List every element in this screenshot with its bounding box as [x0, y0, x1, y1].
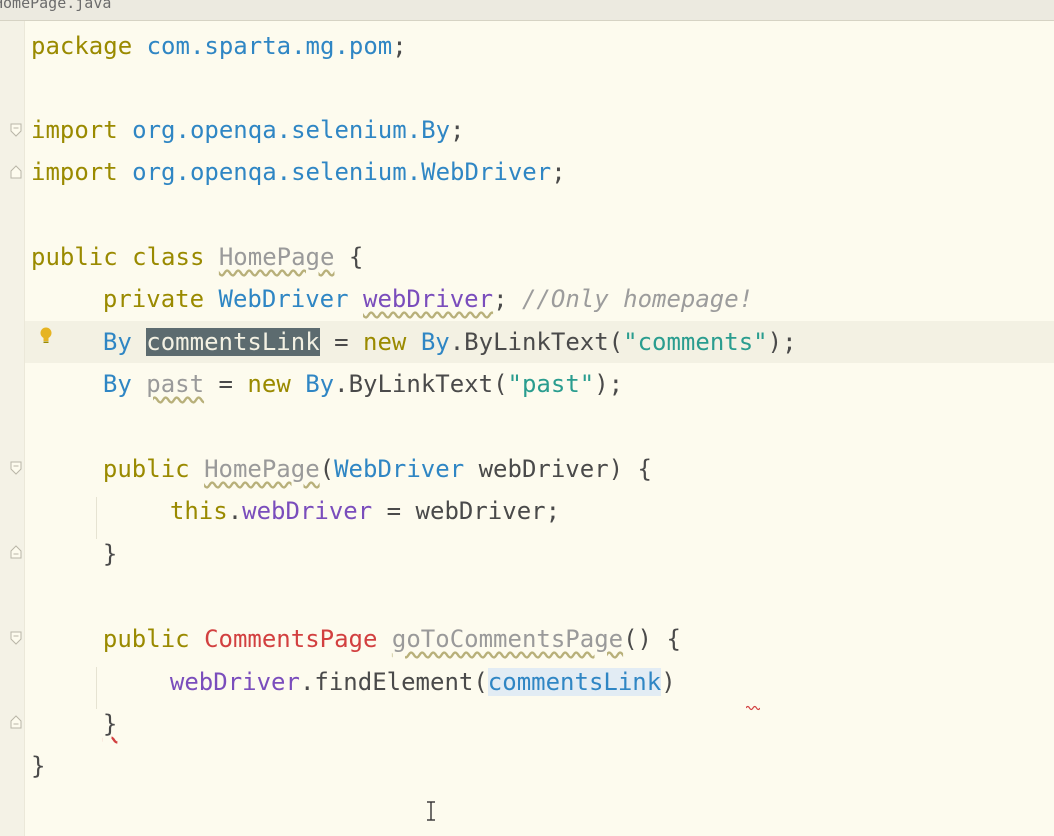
text-cursor-icon: [427, 801, 435, 821]
selected-identifier: commentsLink: [146, 328, 320, 356]
keyword-token: new: [247, 370, 291, 398]
punct-token: =: [204, 370, 248, 398]
punct-token: {: [334, 243, 364, 271]
type-token: By: [420, 328, 450, 356]
unresolved-type-token: CommentsPage: [204, 625, 378, 653]
method-call-token: .ByLinkText(: [449, 328, 624, 356]
string-token: "past": [507, 370, 595, 398]
fold-marker-icon[interactable]: [10, 461, 22, 475]
code-line-class-close[interactable]: }: [31, 745, 45, 787]
punct-token: = webDriver;: [372, 497, 561, 525]
field-token: webDriver: [363, 285, 494, 313]
code-line-assign[interactable]: this.webDriver = webDriver;: [31, 490, 560, 532]
code-line-field-past[interactable]: By past = new By.ByLinkText("past");: [31, 363, 623, 405]
code-line-import-by[interactable]: import org.openqa.selenium.By;: [31, 109, 465, 151]
keyword-token: import: [31, 116, 118, 144]
punct-token: ;: [551, 158, 566, 186]
brace-token: }: [102, 710, 118, 738]
fold-marker-icon[interactable]: [10, 631, 22, 645]
type-token: WebDriver: [218, 285, 349, 313]
punct-token: ;: [493, 285, 508, 313]
keyword-token: private: [102, 285, 205, 313]
import-path: org.openqa.selenium.By: [132, 116, 451, 144]
fold-marker-icon[interactable]: [10, 123, 22, 137]
punct-token: () {: [623, 625, 681, 653]
highlighted-reference: commentsLink: [487, 668, 662, 696]
punct-token: );: [594, 370, 624, 398]
code-line-package[interactable]: package com.sparta.mg.pom;: [31, 25, 407, 67]
punct-token: .: [227, 497, 243, 525]
fold-end-marker-icon[interactable]: [10, 545, 22, 559]
field-token: webDriver: [242, 497, 373, 525]
file-tab[interactable]: HomePage.java: [0, 0, 111, 12]
punct-token: );: [767, 328, 797, 356]
code-line-class-decl[interactable]: public class HomePage {: [31, 236, 363, 278]
keyword-token: import: [31, 158, 118, 186]
brace-token: }: [31, 752, 46, 780]
type-token: By: [102, 370, 132, 398]
code-line-find-element[interactable]: webDriver.findElement(commentsLink): [31, 661, 676, 703]
keyword-token: this: [169, 497, 228, 525]
code-editor[interactable]: package com.sparta.mg.pom; import org.op…: [0, 21, 1054, 836]
code-line-constructor[interactable]: public HomePage(WebDriver webDriver) {: [31, 448, 652, 490]
code-line-field-webdriver[interactable]: private WebDriver webDriver; //Only home…: [31, 278, 753, 320]
method-name: goToCommentsPage: [391, 625, 624, 653]
keyword-token: public: [102, 455, 190, 483]
fold-end-marker-icon[interactable]: [10, 165, 22, 179]
punct-token: =: [319, 328, 364, 356]
type-token: WebDriver: [334, 455, 465, 483]
keyword-token: public: [31, 243, 118, 271]
punct-token: ) {: [608, 455, 653, 483]
type-token: By: [102, 328, 132, 356]
code-line-close-brace[interactable]: }: [31, 533, 117, 575]
string-token: "comments": [623, 328, 768, 356]
field-token: past: [146, 370, 205, 398]
code-line-close-brace[interactable]: }: [31, 703, 117, 745]
constructor-name: HomePage: [204, 455, 320, 483]
editor-tab-strip: HomePage.java: [0, 0, 1054, 21]
keyword-token: new: [363, 328, 407, 356]
import-path: org.openqa.selenium.WebDriver: [132, 158, 552, 186]
class-name: HomePage: [218, 243, 335, 271]
error-squiggle: [746, 705, 760, 711]
parameter-token: webDriver: [464, 455, 609, 483]
keyword-token: class: [132, 243, 205, 271]
punct-token: ;: [392, 32, 407, 60]
fold-end-marker-icon[interactable]: [10, 715, 22, 729]
keyword-token: package: [31, 32, 133, 60]
package-name: com.sparta.mg.pom: [146, 32, 393, 60]
punct-token: ): [661, 668, 676, 696]
code-line-method-decl[interactable]: public CommentsPage goToCommentsPage() {: [31, 618, 681, 660]
field-token: webDriver: [169, 668, 300, 696]
keyword-token: public: [102, 625, 190, 653]
method-call-token: .ByLinkText(: [334, 370, 508, 398]
code-line-field-commentslink[interactable]: By commentsLink = new By.ByLinkText("com…: [31, 321, 797, 363]
punct-token: (: [319, 455, 335, 483]
code-line-import-webdriver[interactable]: import org.openqa.selenium.WebDriver;: [31, 151, 566, 193]
type-token: By: [305, 370, 335, 398]
brace-token: }: [102, 540, 118, 568]
punct-token: ;: [450, 116, 465, 144]
method-call-token: .findElement(: [299, 668, 488, 696]
comment-token: //Only homepage!: [521, 285, 754, 313]
